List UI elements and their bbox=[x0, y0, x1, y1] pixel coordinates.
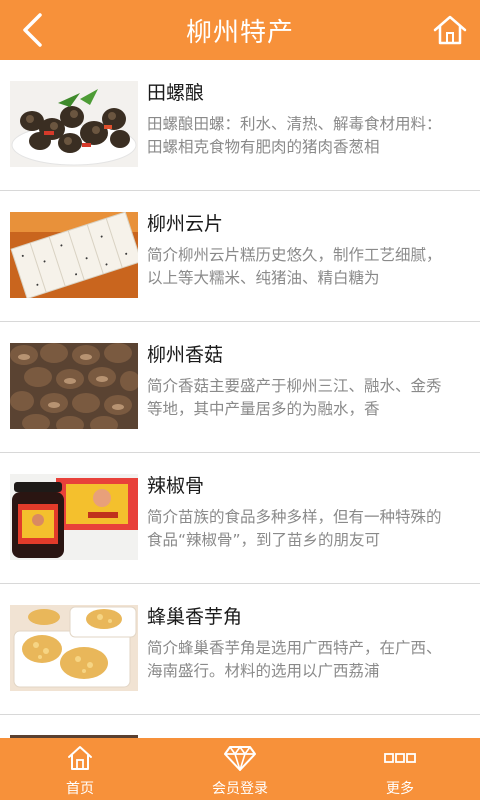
tab-member-login[interactable]: 会员登录 bbox=[160, 738, 320, 800]
item-description: 简介苗族的食品多种多样，但有一种特殊的食品“辣椒骨”，到了苗乡的朋友可 bbox=[147, 508, 442, 549]
tab-home[interactable]: 首页 bbox=[0, 738, 160, 800]
diamond-icon bbox=[224, 744, 256, 772]
app-screen: 柳州特产 田螺酿 田螺酿田螺：利水、清热、解毒食材用料：田螺相克食物有肥肉的猪肉… bbox=[0, 0, 480, 800]
home-icon bbox=[433, 15, 467, 45]
item-description: 田螺酿田螺：利水、清热、解毒食材用料：田螺相克食物有肥肉的猪肉香葱相 bbox=[147, 115, 442, 156]
shiitake-mushrooms-photo bbox=[10, 343, 138, 429]
list-item[interactable]: 辣椒骨 简介苗族的食品多种多样，但有一种特殊的食品“辣椒骨”，到了苗乡的朋友可 bbox=[0, 453, 480, 584]
product-list: 田螺酿 田螺酿田螺：利水、清热、解毒食材用料：田螺相克食物有肥肉的猪肉香葱相 柳… bbox=[0, 60, 480, 738]
list-item[interactable]: 田螺酿 田螺酿田螺：利水、清热、解毒食材用料：田螺相克食物有肥肉的猪肉香葱相 bbox=[0, 60, 480, 191]
list-item[interactable]: 柳州云片 简介柳州云片糕历史悠久，制作工艺细腻，以上等大糯米、纯猪油、精白糖为 bbox=[0, 191, 480, 322]
item-title: 蜂巢香芋角 bbox=[147, 606, 243, 628]
header-bar: 柳州特产 bbox=[0, 0, 480, 60]
list-item[interactable] bbox=[0, 715, 480, 738]
yunpian-cake-photo bbox=[10, 212, 138, 298]
item-title: 田螺酿 bbox=[147, 82, 205, 104]
back-button[interactable] bbox=[10, 6, 54, 54]
item-title: 辣椒骨 bbox=[147, 475, 205, 497]
bottom-tab-bar: 首页 会员登录 更多 bbox=[0, 738, 480, 800]
list-item[interactable]: 蜂巢香芋角 简介蜂巢香芋角是选用广西特产，在广西、海南盛行。材料的选用以广西荔浦 bbox=[0, 584, 480, 715]
stuffed-snails-photo bbox=[10, 81, 138, 167]
more-icon bbox=[384, 744, 416, 772]
tab-label: 更多 bbox=[386, 781, 414, 797]
item-description: 简介柳州云片糕历史悠久，制作工艺细腻，以上等大糯米、纯猪油、精白糖为 bbox=[147, 246, 442, 287]
tab-label: 会员登录 bbox=[212, 781, 268, 797]
chili-bone-jar-photo bbox=[10, 474, 138, 560]
tab-label: 首页 bbox=[66, 781, 94, 797]
page-title: 柳州特产 bbox=[185, 17, 294, 48]
taro-puffs-photo bbox=[10, 605, 138, 691]
item-title: 柳州香菇 bbox=[147, 344, 224, 366]
chevron-left-icon bbox=[23, 13, 42, 47]
item-description: 简介蜂巢香芋角是选用广西特产，在广西、海南盛行。材料的选用以广西荔浦 bbox=[147, 639, 442, 680]
home-button[interactable] bbox=[428, 8, 472, 52]
item-title: 柳州云片 bbox=[147, 213, 224, 235]
list-item[interactable]: 柳州香菇 简介香菇主要盛产于柳州三江、融水、金秀等地，其中产量居多的为融水，香 bbox=[0, 322, 480, 453]
item-description: 简介香菇主要盛产于柳州三江、融水、金秀等地，其中产量居多的为融水，香 bbox=[147, 377, 442, 418]
home-icon bbox=[67, 744, 93, 772]
tab-more[interactable]: 更多 bbox=[320, 738, 480, 800]
